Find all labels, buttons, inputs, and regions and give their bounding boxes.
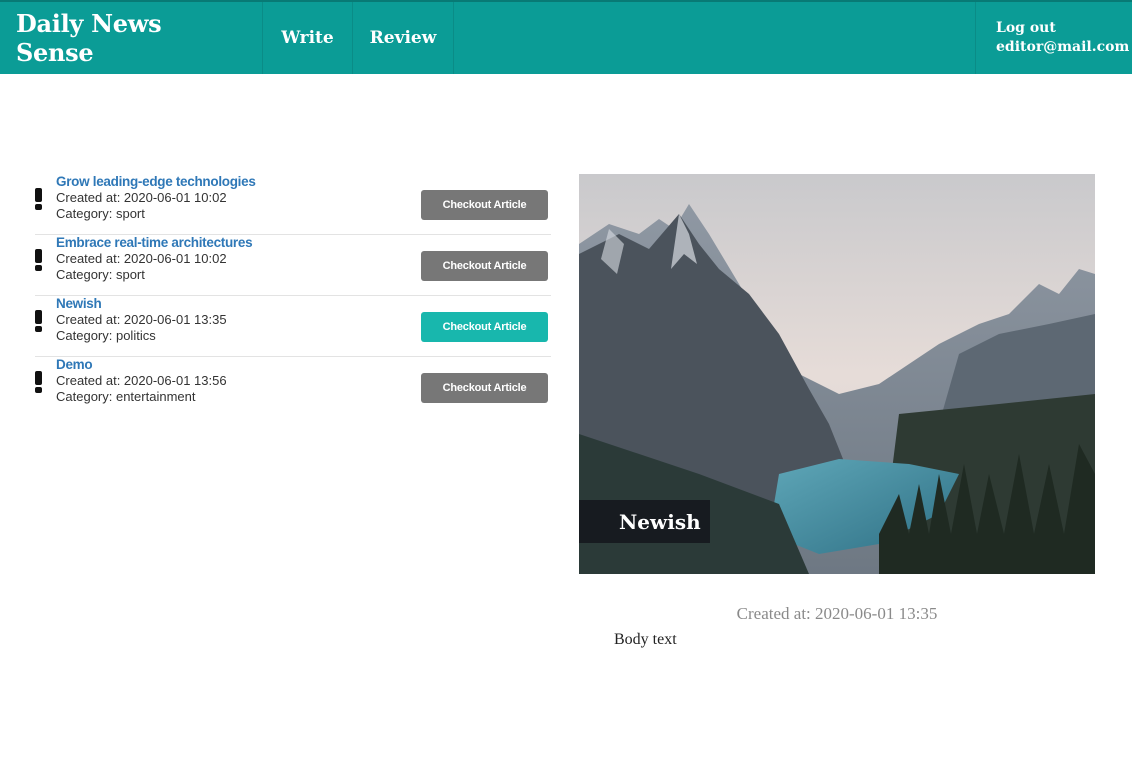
- article-category: Category: entertainment: [56, 389, 196, 404]
- preview-title-caption: Newish: [579, 500, 710, 543]
- checkout-article-button[interactable]: Checkout Article: [421, 251, 548, 281]
- exclamation-icon: [35, 249, 43, 271]
- article-created: Created at: 2020-06-01 13:56: [56, 373, 227, 388]
- article-preview-image: Newish: [579, 174, 1095, 574]
- preview-created-at: Created at: 2020-06-01 13:35: [736, 604, 938, 623]
- top-navbar: Daily News Sense Write Review Log out ed…: [0, 0, 1132, 74]
- preview-body-text: Body text: [614, 631, 677, 648]
- logout-link[interactable]: Log out: [996, 19, 1132, 38]
- exclamation-icon: [35, 371, 43, 393]
- article-row: Grow leading-edge technologies Created a…: [35, 174, 551, 235]
- nav-review[interactable]: Review: [352, 2, 454, 74]
- exclamation-icon: [35, 188, 43, 210]
- article-row: Newish Created at: 2020-06-01 13:35 Cate…: [35, 296, 551, 357]
- article-category: Category: politics: [56, 328, 156, 343]
- checkout-article-button[interactable]: Checkout Article: [421, 373, 548, 403]
- article-title-link[interactable]: Embrace real-time architectures: [56, 235, 253, 251]
- nav-write[interactable]: Write: [262, 2, 352, 74]
- article-title-link[interactable]: Demo: [56, 357, 227, 373]
- article-row: Embrace real-time architectures Created …: [35, 235, 551, 296]
- checkout-article-button[interactable]: Checkout Article: [421, 190, 548, 220]
- article-category: Category: sport: [56, 206, 145, 221]
- brand-logo[interactable]: Daily News Sense: [0, 2, 262, 74]
- article-created: Created at: 2020-06-01 13:35: [56, 312, 227, 327]
- article-category: Category: sport: [56, 267, 145, 282]
- exclamation-icon: [35, 310, 43, 332]
- article-created: Created at: 2020-06-01 10:02: [56, 251, 227, 266]
- account-menu: Log out editor@mail.com: [975, 2, 1132, 74]
- article-list: Grow leading-edge technologies Created a…: [35, 174, 551, 418]
- article-title-link[interactable]: Newish: [56, 296, 227, 312]
- article-title-link[interactable]: Grow leading-edge technologies: [56, 174, 256, 190]
- navbar-spacer: [454, 2, 975, 74]
- article-row: Demo Created at: 2020-06-01 13:56 Catego…: [35, 357, 551, 418]
- user-email: editor@mail.com: [996, 39, 1130, 55]
- article-created: Created at: 2020-06-01 10:02: [56, 190, 227, 205]
- checkout-article-button[interactable]: Checkout Article: [421, 312, 548, 342]
